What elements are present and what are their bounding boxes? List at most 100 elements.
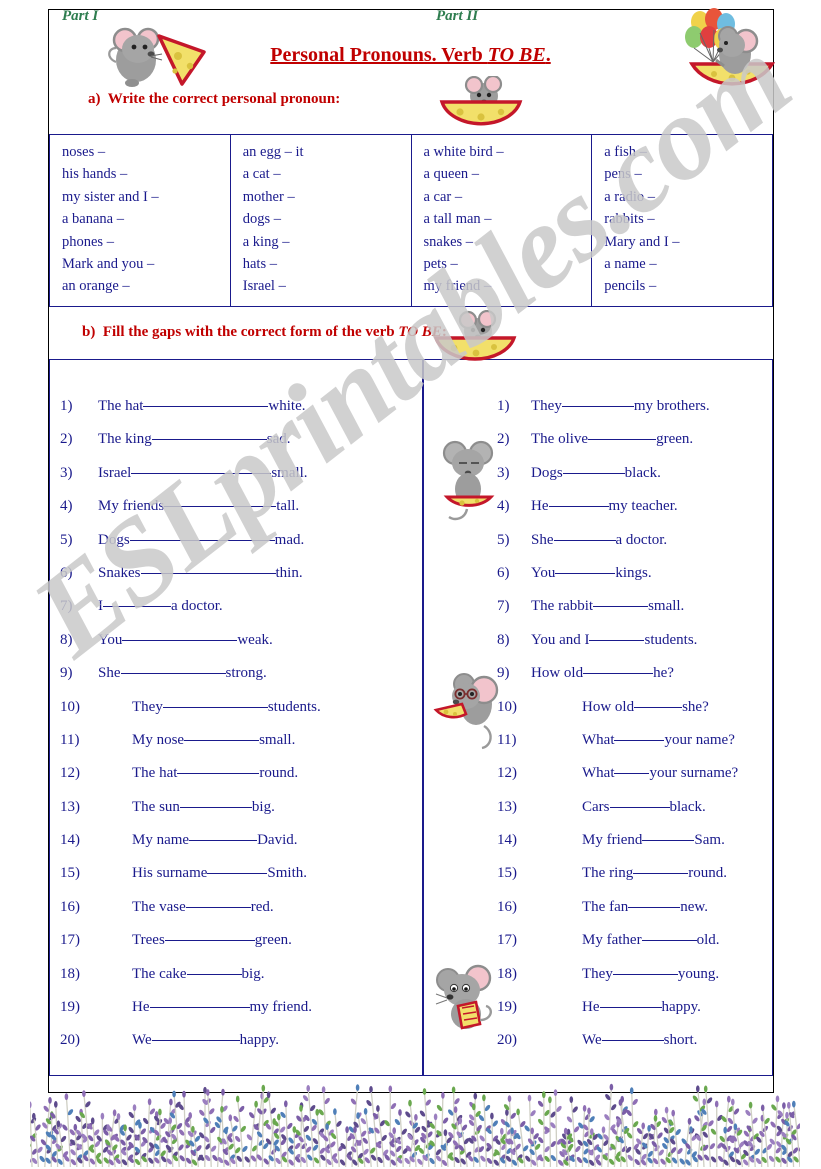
- item-text-after: students.: [644, 631, 698, 648]
- answer-blank[interactable]: [189, 827, 258, 842]
- item-number: 18): [497, 965, 517, 982]
- item-text-before: Dogs: [531, 464, 563, 481]
- answer-blank[interactable]: [103, 593, 171, 608]
- list-item: 18) They young.: [497, 964, 787, 997]
- item-text-before: They: [582, 965, 613, 982]
- item-text-after: round.: [259, 765, 299, 782]
- list-item: 12) What your surname?: [497, 763, 787, 796]
- item-text-before: He: [531, 498, 549, 515]
- item-number: 3): [497, 464, 510, 481]
- item-text-before: They: [531, 398, 562, 414]
- answer-blank[interactable]: [583, 660, 654, 675]
- list-item: Mark and you –: [62, 256, 155, 273]
- item-text-before: The fan: [582, 898, 629, 915]
- item-number: 16): [497, 898, 517, 915]
- answer-blank[interactable]: [612, 961, 678, 975]
- item-text-after: strong.: [225, 665, 267, 682]
- item-text-after: green.: [656, 431, 694, 448]
- table-row: noses – his hands – my sister and I – a …: [49, 134, 773, 307]
- answer-blank[interactable]: [184, 727, 260, 741]
- answer-blank[interactable]: [140, 560, 276, 574]
- answer-blank[interactable]: [185, 894, 251, 908]
- item-text-after: David.: [257, 832, 298, 849]
- worksheet-page: Personal Pronouns. Verb TO BE. a) Write …: [0, 0, 821, 1169]
- answer-blank[interactable]: [588, 426, 657, 441]
- answer-blank[interactable]: [120, 660, 226, 675]
- item-number: 11): [497, 731, 517, 748]
- answer-blank[interactable]: [634, 694, 683, 708]
- answer-blank[interactable]: [609, 794, 670, 808]
- answer-blank[interactable]: [143, 393, 269, 407]
- item-number: 7): [60, 598, 73, 615]
- item-number: 10): [60, 698, 80, 715]
- mouse-with-balloons-icon: [685, 8, 776, 86]
- answer-blank[interactable]: [177, 760, 260, 775]
- item-text-before: Dogs: [98, 531, 130, 548]
- list-item: dogs –: [242, 211, 282, 228]
- answer-blank[interactable]: [628, 894, 681, 908]
- item-number: 2): [497, 431, 510, 448]
- item-number: 15): [60, 865, 80, 882]
- answer-blank[interactable]: [589, 627, 645, 641]
- answer-blank[interactable]: [562, 460, 625, 474]
- answer-blank[interactable]: [614, 760, 650, 775]
- answer-blank[interactable]: [151, 1027, 240, 1042]
- item-number: 8): [60, 631, 73, 648]
- item-text-before: How old: [582, 698, 635, 715]
- item-text-after: my teacher.: [608, 498, 678, 515]
- mouse-with-glasses-icon: [433, 673, 499, 750]
- answer-blank[interactable]: [162, 694, 268, 708]
- answer-blank[interactable]: [122, 627, 238, 641]
- answer-blank[interactable]: [593, 593, 649, 608]
- answer-blank[interactable]: [555, 560, 616, 574]
- mouse-sitting-icon: [435, 964, 492, 1030]
- pronoun-column-4: a fish – pens – a radio – rabbits – Mary…: [591, 134, 773, 307]
- item-text-after: old.: [696, 932, 720, 949]
- answer-blank[interactable]: [599, 994, 662, 1009]
- answer-blank[interactable]: [179, 794, 252, 808]
- list-item: 3) Israel small.: [60, 463, 420, 496]
- item-text-after: sad.: [266, 431, 291, 448]
- item-text-after: your name?: [664, 731, 735, 748]
- answer-blank[interactable]: [548, 493, 609, 508]
- answer-blank[interactable]: [151, 426, 267, 441]
- item-number: 5): [497, 531, 510, 548]
- answer-blank[interactable]: [129, 527, 275, 541]
- item-number: 17): [497, 932, 517, 949]
- instruction-a-text: Write the correct personal pronoun:: [107, 91, 341, 107]
- answer-blank[interactable]: [642, 827, 695, 842]
- list-item: a tall man –: [423, 211, 492, 228]
- answer-blank[interactable]: [131, 460, 272, 474]
- answer-blank[interactable]: [614, 727, 665, 741]
- item-text-after: tall.: [276, 498, 300, 515]
- item-number: 10): [497, 698, 517, 715]
- item-text-after: happy.: [661, 999, 701, 1016]
- item-text-before: He: [132, 999, 150, 1016]
- answer-blank[interactable]: [601, 1027, 664, 1042]
- list-item: 5) She a doctor.: [497, 530, 787, 563]
- item-text-before: The rabbit: [531, 598, 594, 615]
- item-number: 13): [60, 798, 80, 815]
- list-item: 13) The sun big.: [60, 797, 420, 830]
- answer-blank[interactable]: [633, 860, 689, 875]
- answer-blank[interactable]: [186, 961, 242, 975]
- part-1-item-list: 1) The hat white. 2) The king sad. 3) Israel sma…: [60, 396, 420, 1064]
- answer-blank[interactable]: [641, 927, 697, 942]
- answer-blank[interactable]: [207, 860, 268, 875]
- item-text-before: My friends: [98, 498, 165, 515]
- item-text-before: You: [98, 631, 123, 648]
- list-item: 6) You kings.: [497, 563, 787, 596]
- answer-blank[interactable]: [553, 527, 616, 541]
- item-text-after: my friend.: [249, 999, 312, 1016]
- list-item: 15) The ring round.: [497, 863, 787, 896]
- answer-blank[interactable]: [164, 493, 277, 508]
- list-item: a name –: [604, 256, 657, 273]
- list-item: 7) Ia doctor.: [60, 596, 420, 629]
- instruction-b-text: Fill the gaps with the correct form of t…: [102, 324, 399, 340]
- answer-blank[interactable]: [149, 994, 250, 1009]
- list-item: 4) My friends tall.: [60, 496, 420, 529]
- answer-blank[interactable]: [561, 393, 634, 407]
- answer-blank[interactable]: [164, 927, 255, 942]
- item-number: 6): [497, 564, 510, 581]
- item-text-after: he?: [653, 665, 674, 682]
